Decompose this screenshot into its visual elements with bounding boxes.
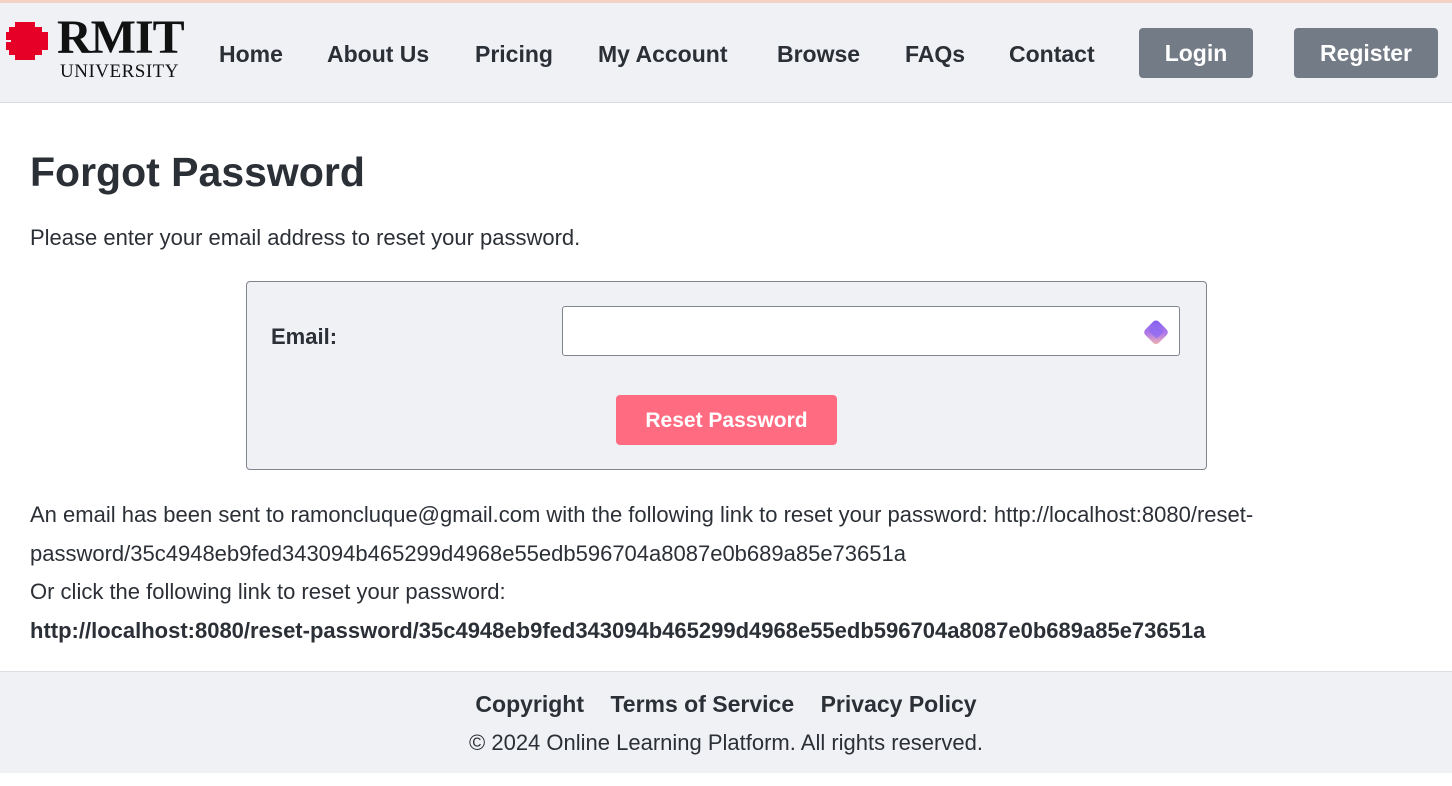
rmit-logo[interactable]: RMIT UNIVERSITY — [6, 11, 186, 82]
page-title: Forgot Password — [30, 149, 365, 195]
click-link-text: Or click the following link to reset you… — [30, 579, 506, 604]
nav-about-us[interactable]: About Us — [327, 41, 429, 67]
copyright-text: © 2024 Online Learning Platform. All rig… — [469, 730, 983, 755]
login-button[interactable]: Login — [1139, 28, 1253, 78]
email-input[interactable] — [562, 306, 1180, 356]
reset-password-button[interactable]: Reset Password — [616, 395, 837, 445]
nav-browse[interactable]: Browse — [777, 41, 860, 67]
logo-wordmark: RMIT — [57, 11, 185, 64]
email-label: Email: — [271, 324, 338, 349]
site-footer: Copyright Terms of Service Privacy Polic… — [0, 671, 1452, 773]
reset-password-link[interactable]: http://localhost:8080/reset-password/35c… — [30, 618, 1205, 643]
reset-form: Email: Reset Password — [246, 281, 1207, 470]
reset-message: An email has been sent to ramoncluque@gm… — [30, 496, 1410, 650]
pixel-shield-icon — [6, 22, 48, 60]
nav-contact[interactable]: Contact — [1009, 41, 1095, 67]
nav-faqs[interactable]: FAQs — [905, 41, 965, 67]
nav-home[interactable]: Home — [219, 41, 283, 67]
nav-pricing[interactable]: Pricing — [475, 41, 553, 67]
password-manager-icon[interactable] — [1141, 318, 1171, 348]
email-sent-text: An email has been sent to ramoncluque@gm… — [30, 502, 1254, 566]
nav-my-account[interactable]: My Account — [598, 41, 728, 67]
footer-terms-link[interactable]: Terms of Service — [610, 691, 794, 717]
site-header: RMIT UNIVERSITY Home About Us Pricing My… — [0, 3, 1452, 103]
register-button[interactable]: Register — [1294, 28, 1438, 78]
footer-copyright-link[interactable]: Copyright — [475, 691, 584, 717]
footer-privacy-link[interactable]: Privacy Policy — [821, 691, 977, 717]
intro-text: Please enter your email address to reset… — [30, 225, 581, 250]
footer-links: Copyright Terms of Service Privacy Polic… — [0, 691, 1452, 717]
logo-subtitle: UNIVERSITY — [60, 61, 179, 82]
